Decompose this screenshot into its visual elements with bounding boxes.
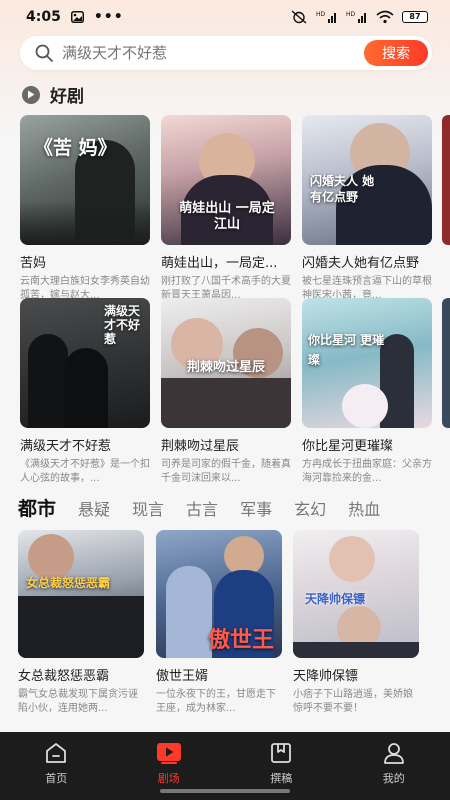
nav-mine-label: 我的 — [382, 772, 405, 785]
poster-title: 闪婚夫人 她有亿点野 — [310, 174, 375, 204]
drama-card[interactable]: 萌娃出山 一局定江山 萌娃出山，一局定... 刚打败了八国千术高手的大夏新晋天王… — [161, 115, 291, 303]
home-indicator[interactable] — [160, 789, 290, 793]
more-notifications-icon: ••• — [93, 9, 124, 25]
search-icon — [35, 44, 53, 62]
section-heading: 好剧 — [22, 82, 84, 107]
video-play-icon — [156, 743, 181, 764]
drama-card[interactable]: 天降帅保镖 天降帅保镖 小痞子下山路逍遥，美娇娘惊呼不要不要！ — [293, 530, 419, 716]
poster-title: 满级天才不好惹 — [104, 304, 141, 346]
section-title: 好剧 — [50, 87, 84, 107]
home-icon — [46, 743, 67, 763]
drama-card[interactable]: 女总裁怒惩恶霸 女总裁怒惩恶霸 霸气女总裁发现下属贪污诬陷小伙，连用她两... — [18, 530, 144, 716]
nav-home[interactable]: 首页 — [0, 732, 113, 800]
drama-poster: 萌娃出山 一局定江山 — [161, 115, 291, 245]
svg-text:HD: HD — [316, 11, 326, 18]
drama-description: 《满级天才不好惹》是一个扣人心弦的故事，... — [20, 459, 150, 484]
search-button[interactable]: 搜索 — [364, 40, 428, 66]
drama-card[interactable]: 傲世王婿 傲世王婿 一位永夜下的王，甘愿走下王座，成为林家... — [156, 530, 282, 716]
drama-title: 闪婚夫人她有亿点野 — [302, 256, 420, 271]
battery-icon: 87 — [402, 11, 428, 23]
user-icon — [383, 743, 404, 764]
signal-icon: HD — [316, 11, 336, 23]
drama-title: 荆棘吻过星辰 — [161, 439, 240, 454]
drama-poster: 《苦 妈》 — [20, 115, 150, 245]
tab-fantasy[interactable]: 玄幻 — [294, 496, 326, 520]
poster-title: 傲世王婿 — [208, 627, 275, 653]
drama-poster: 你比星河 更璀璨 — [302, 298, 432, 428]
figure-silhouette — [161, 378, 291, 428]
drama-poster: 女总裁怒惩恶霸 — [18, 530, 144, 658]
drama-poster: 满级天才不好惹 — [20, 298, 150, 428]
drama-card[interactable]: 《苦 妈》 苦妈 云南大理白族妇女李秀英自幼孤苦，嫁与赵大... — [20, 115, 150, 303]
tab-passion[interactable]: 热血 — [348, 496, 380, 520]
status-bar: 4:05 ••• HD HD 87 — [0, 0, 450, 34]
tab-ancient-romance[interactable]: 古言 — [186, 496, 218, 520]
nav-home-label: 首页 — [45, 772, 68, 785]
poster-title: 萌娃出山 一局定江山 — [179, 201, 275, 232]
drama-title: 女总裁怒惩恶霸 — [18, 669, 110, 684]
drama-description: 小痞子下山路逍遥，美娇娘惊呼不要不要！ — [293, 689, 413, 714]
tab-military[interactable]: 军事 — [240, 496, 272, 520]
nav-write-label: 撰稿 — [270, 772, 293, 785]
drama-card[interactable]: 你比星河 更璀璨 你比星河更璀璨 方冉成长于扭曲家庭：父亲方海河靠捡来的金... — [302, 298, 432, 486]
drama-poster: 荆棘吻过星辰 — [161, 298, 291, 428]
figure-silhouette — [28, 334, 68, 428]
drama-description: 方冉成长于扭曲家庭：父亲方海河靠捡来的金... — [302, 459, 432, 484]
decor-shape — [342, 384, 388, 428]
drama-card[interactable]: 荆棘吻过星辰 荆棘吻过星辰 司养是司家的假千金，随着真千金司沫回来以... — [161, 298, 291, 486]
drama-poster: 闪婚夫人 她有亿点野 — [302, 115, 432, 245]
poster-shade — [20, 200, 150, 245]
nav-mine[interactable]: 我的 — [338, 732, 450, 800]
svg-text:HD: HD — [346, 11, 356, 18]
image-notification-icon — [70, 11, 84, 23]
drama-title: 满级天才不好惹 — [20, 439, 112, 454]
alarm-off-icon — [291, 10, 307, 24]
drama-card[interactable]: 满级天才不好惹 满级天才不好惹 《满级天才不好惹》是一个扣人心弦的故事，... — [20, 298, 150, 486]
search-bar[interactable]: 搜索 — [20, 36, 432, 70]
poster-title: 《苦 妈》 — [34, 137, 117, 159]
tab-suspense[interactable]: 悬疑 — [78, 496, 110, 520]
drama-description: 一位永夜下的王，甘愿走下王座，成为林家... — [156, 689, 276, 714]
tab-modern-romance[interactable]: 现言 — [132, 496, 164, 520]
drama-description: 霸气女总裁发现下属贪污诬陷小伙，连用她两... — [18, 689, 138, 714]
figure-silhouette — [166, 566, 212, 658]
poster-title: 荆棘吻过星辰 — [187, 360, 266, 375]
category-tabs: 都市 悬疑 现言 古言 军事 玄幻 热血 — [18, 494, 402, 521]
drama-description: 司养是司家的假千金，随着真千金司沫回来以... — [161, 459, 291, 484]
next-card-peek — [442, 298, 450, 428]
drama-title: 傲世王婿 — [156, 669, 209, 684]
face-shape — [329, 536, 375, 582]
drama-title: 你比星河更璀璨 — [302, 439, 394, 454]
poster-title: 天降帅保镖 — [305, 592, 366, 606]
tab-city[interactable]: 都市 — [18, 494, 56, 521]
play-circle-icon — [22, 85, 40, 104]
drama-title: 天降帅保镖 — [293, 669, 359, 684]
drama-title: 苦妈 — [20, 256, 47, 271]
figure-silhouette — [18, 596, 144, 658]
nav-theater-label: 剧场 — [157, 772, 180, 785]
figure-silhouette — [293, 642, 419, 658]
poster-title: 女总裁怒惩恶霸 — [26, 576, 111, 590]
drama-poster: 天降帅保镖 — [293, 530, 419, 658]
wifi-icon — [376, 10, 394, 24]
status-time: 4:05 — [26, 9, 61, 25]
drama-poster: 傲世王婿 — [156, 530, 282, 658]
next-card-peek — [442, 115, 450, 245]
poster-title: 你比星河 更璀璨 — [308, 333, 385, 367]
drama-card[interactable]: 闪婚夫人 她有亿点野 闪婚夫人她有亿点野 被七星连珠预言逼下山的草根神医宋小茜，… — [302, 115, 432, 303]
signal-icon-2: HD — [346, 11, 366, 23]
figure-silhouette — [64, 348, 108, 428]
bookmark-icon — [271, 743, 292, 763]
search-input[interactable] — [62, 44, 352, 62]
drama-title: 萌娃出山，一局定... — [161, 256, 278, 271]
